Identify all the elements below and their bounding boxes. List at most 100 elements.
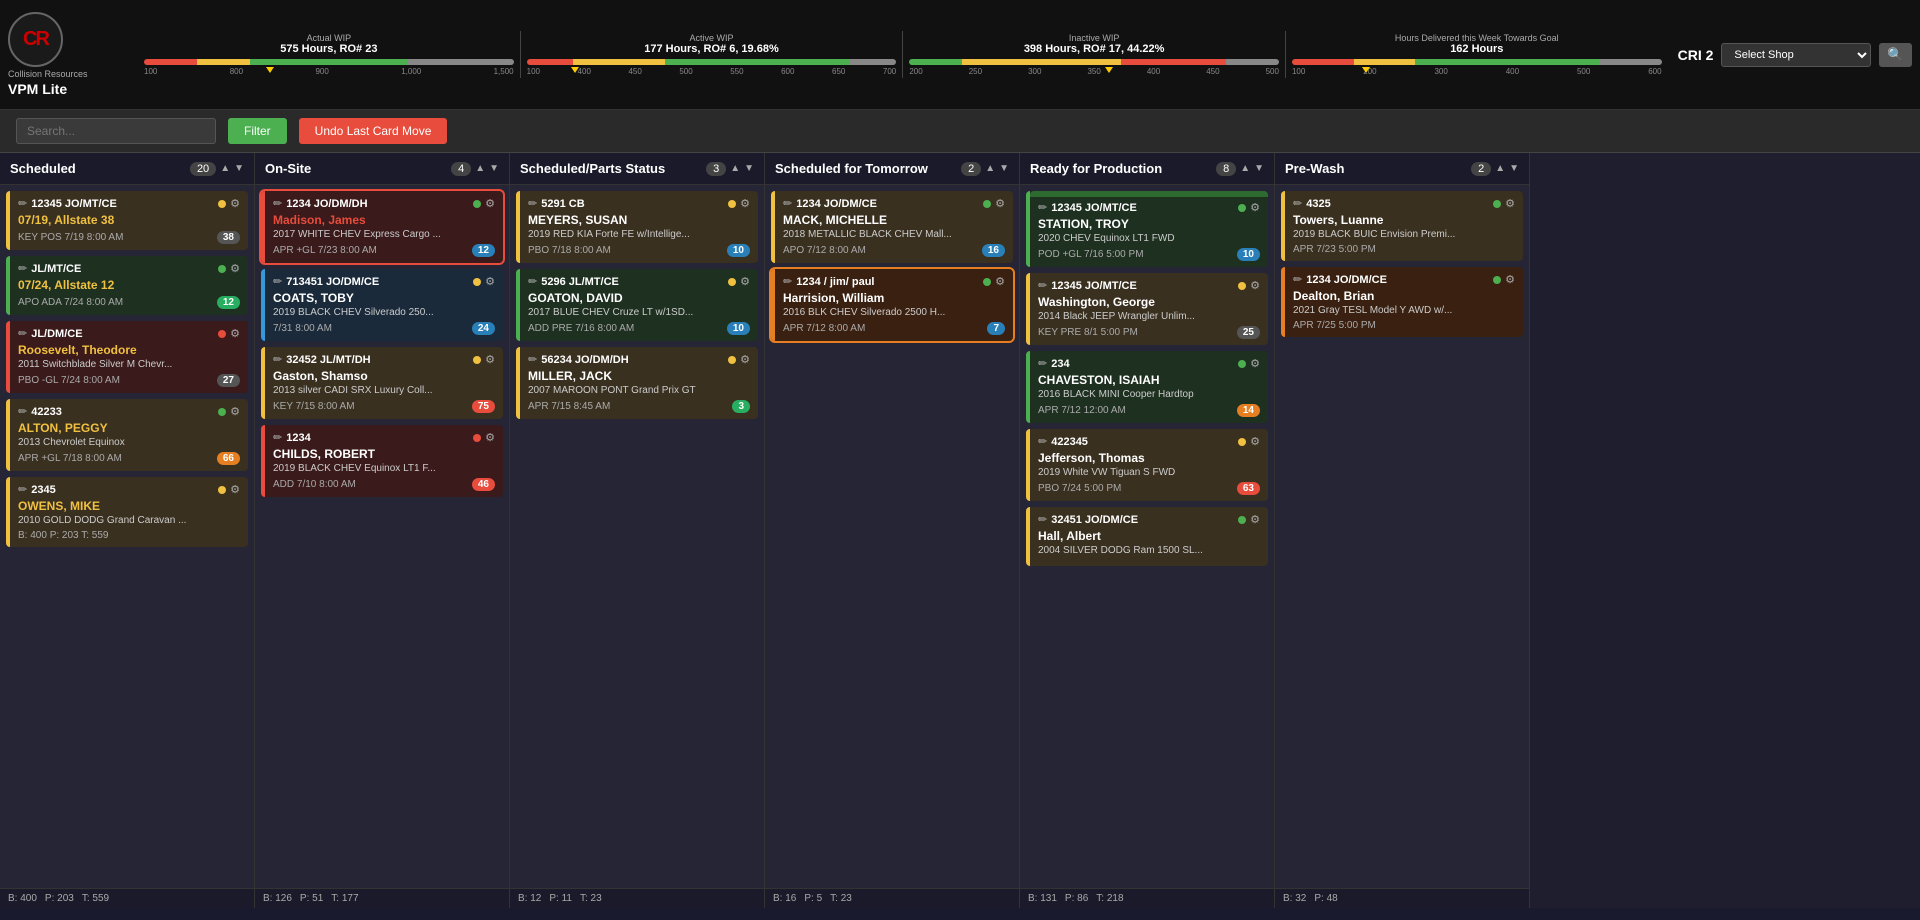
card-settings-btn[interactable]: ⚙ <box>230 327 240 340</box>
column-header-scheduled-parts: Scheduled/Parts Status 3 ▲ ▼ <box>510 153 764 185</box>
card-edit-btn[interactable]: ✏ <box>18 327 27 340</box>
list-item[interactable]: ✏ 56234 JO/DM/DH ⚙ MILLER, JACK 2007 MAR… <box>516 347 758 419</box>
header-search-button[interactable]: 🔍 <box>1879 43 1912 67</box>
card-vehicle: 2019 BLACK BUIC Envision Premi... <box>1293 229 1515 240</box>
list-item[interactable]: ✏ 2345 ⚙ OWENS, MIKE 2010 GOLD DODG Gran… <box>6 477 248 547</box>
list-item[interactable]: ✏ 4325 ⚙ Towers, Luanne 2019 BLACK BUIC … <box>1281 191 1523 261</box>
list-item[interactable]: ✏ 32451 JO/DM/CE ⚙ Hall, Albert 2004 SIL… <box>1026 507 1268 566</box>
column-scheduled-parts: Scheduled/Parts Status 3 ▲ ▼ ✏ 5291 CB ⚙… <box>510 153 765 908</box>
card-edit-btn[interactable]: ✏ <box>1038 201 1047 214</box>
card-edit-btn[interactable]: ✏ <box>273 197 282 210</box>
card-settings-btn[interactable]: ⚙ <box>1250 357 1260 370</box>
list-item[interactable]: ✏ JL/MT/CE ⚙ 07/24, Allstate 12 APO ADA … <box>6 256 248 315</box>
sort-asc-on-site[interactable]: ▲ <box>475 163 485 174</box>
sort-desc-pre-wash[interactable]: ▼ <box>1509 163 1519 174</box>
active-wip-arrow <box>571 67 579 73</box>
card-edit-btn[interactable]: ✏ <box>273 275 282 288</box>
card-edit-btn[interactable]: ✏ <box>1038 279 1047 292</box>
sort-asc-scheduled[interactable]: ▲ <box>220 163 230 174</box>
card-edit-btn[interactable]: ✏ <box>18 405 27 418</box>
list-item[interactable]: ✏ 42233 ⚙ ALTON, PEGGY 2013 Chevrolet Eq… <box>6 399 248 471</box>
list-item[interactable]: ✏ 713451 JO/DM/CE ⚙ COATS, TOBY 2019 BLA… <box>261 269 503 341</box>
card-settings-btn[interactable]: ⚙ <box>1505 197 1515 210</box>
card-settings-btn[interactable]: ⚙ <box>1250 435 1260 448</box>
sort-asc-scheduled-tomorrow[interactable]: ▲ <box>985 163 995 174</box>
sort-asc-scheduled-parts[interactable]: ▲ <box>730 163 740 174</box>
list-item[interactable]: ✏ 32452 JL/MT/DH ⚙ Gaston, Shamso 2013 s… <box>261 347 503 419</box>
card-edit-btn[interactable]: ✏ <box>18 197 27 210</box>
card-settings-btn[interactable]: ⚙ <box>1250 513 1260 526</box>
card-settings-btn[interactable]: ⚙ <box>995 275 1005 288</box>
card-edit-btn[interactable]: ✏ <box>528 275 537 288</box>
card-edit-btn[interactable]: ✏ <box>273 353 282 366</box>
sort-asc-ready-production[interactable]: ▲ <box>1240 163 1250 174</box>
card-settings-btn[interactable]: ⚙ <box>485 197 495 210</box>
card-settings-btn[interactable]: ⚙ <box>1250 201 1260 214</box>
card-header: ✏ 12345 JO/MT/CE ⚙ <box>18 197 240 210</box>
card-settings-btn[interactable]: ⚙ <box>230 197 240 210</box>
card-settings-btn[interactable]: ⚙ <box>740 197 750 210</box>
active-wip-labels: 100400450500550600650700 <box>527 67 897 76</box>
card-header: ✏ 713451 JO/DM/CE ⚙ <box>273 275 495 288</box>
card-badge: 7 <box>987 322 1005 335</box>
card-settings-btn[interactable]: ⚙ <box>1250 279 1260 292</box>
sort-desc-ready-production[interactable]: ▼ <box>1254 163 1264 174</box>
card-edit-btn[interactable]: ✏ <box>1038 513 1047 526</box>
shop-select[interactable]: Select Shop <box>1721 43 1871 67</box>
card-date: ADD 7/10 8:00 AM <box>273 479 356 490</box>
undo-button[interactable]: Undo Last Card Move <box>299 118 448 144</box>
sort-desc-on-site[interactable]: ▼ <box>489 163 499 174</box>
card-edit-btn[interactable]: ✏ <box>528 353 537 366</box>
filter-button[interactable]: Filter <box>228 118 287 144</box>
card-edit-btn[interactable]: ✏ <box>783 275 792 288</box>
actual-wip-section: Actual WIP 575 Hours, RO# 23 1008009001,… <box>138 31 521 78</box>
card-edit-btn[interactable]: ✏ <box>1293 197 1302 210</box>
list-item[interactable]: ✏ 1234 / jim/ paul ⚙ Harrision, William … <box>771 269 1013 341</box>
card-header: ✏ 32451 JO/DM/CE ⚙ <box>1038 513 1260 526</box>
list-item[interactable]: ✏ 12345 JO/MT/CE ⚙ 07/19, Allstate 38 KE… <box>6 191 248 250</box>
list-item[interactable]: ✏ 234 ⚙ CHAVESTON, ISAIAH 2016 BLACK MIN… <box>1026 351 1268 423</box>
card-vehicle: 2019 BLACK CHEV Silverado 250... <box>273 307 495 318</box>
list-item[interactable]: ✏ 1234 ⚙ CHILDS, ROBERT 2019 BLACK CHEV … <box>261 425 503 497</box>
sort-desc-scheduled[interactable]: ▼ <box>234 163 244 174</box>
card-settings-btn[interactable]: ⚙ <box>1505 273 1515 286</box>
list-item[interactable]: ✏ 1234 JO/DM/CE ⚙ MACK, MICHELLE 2018 ME… <box>771 191 1013 263</box>
card-settings-btn[interactable]: ⚙ <box>740 275 750 288</box>
list-item[interactable]: ✏ JL/DM/CE ⚙ Roosevelt, Theodore 2011 Sw… <box>6 321 248 393</box>
list-item[interactable]: ✏ 5296 JL/MT/CE ⚙ GOATON, DAVID 2017 BLU… <box>516 269 758 341</box>
card-id: 2345 <box>31 484 55 496</box>
search-input[interactable] <box>16 118 216 144</box>
list-item[interactable]: ✏ 5291 CB ⚙ MEYERS, SUSAN 2019 RED KIA F… <box>516 191 758 263</box>
card-settings-btn[interactable]: ⚙ <box>230 262 240 275</box>
cards-container-ready-production: ✏ 12345 JO/MT/CE ⚙ STATION, TROY 2020 CH… <box>1020 185 1274 888</box>
card-edit-btn[interactable]: ✏ <box>18 483 27 496</box>
list-item[interactable]: ✏ 12345 JO/MT/CE ⚙ STATION, TROY 2020 CH… <box>1026 191 1268 267</box>
card-id: 12345 JO/MT/CE <box>1051 280 1137 292</box>
list-item[interactable]: ✏ 12345 JO/MT/CE ⚙ Washington, George 20… <box>1026 273 1268 345</box>
card-settings-btn[interactable]: ⚙ <box>485 353 495 366</box>
list-item[interactable]: ✏ 1234 JO/DM/DH ⚙ Madison, James 2017 WH… <box>261 191 503 263</box>
column-pre-wash: Pre-Wash 2 ▲ ▼ ✏ 4325 ⚙ Towers, Luanne 2… <box>1275 153 1530 908</box>
card-edit-btn[interactable]: ✏ <box>1038 435 1047 448</box>
card-settings-btn[interactable]: ⚙ <box>230 405 240 418</box>
sort-desc-scheduled-tomorrow[interactable]: ▼ <box>999 163 1009 174</box>
card-edit-btn[interactable]: ✏ <box>273 431 282 444</box>
card-settings-btn[interactable]: ⚙ <box>740 353 750 366</box>
card-header: ✏ JL/MT/CE ⚙ <box>18 262 240 275</box>
card-header: ✏ 1234 ⚙ <box>273 431 495 444</box>
card-settings-btn[interactable]: ⚙ <box>485 275 495 288</box>
card-settings-btn[interactable]: ⚙ <box>995 197 1005 210</box>
sort-desc-scheduled-parts[interactable]: ▼ <box>744 163 754 174</box>
card-edit-btn[interactable]: ✏ <box>1038 357 1047 370</box>
list-item[interactable]: ✏ 422345 ⚙ Jefferson, Thomas 2019 White … <box>1026 429 1268 501</box>
card-edit-btn[interactable]: ✏ <box>783 197 792 210</box>
card-edit-btn[interactable]: ✏ <box>18 262 27 275</box>
sort-asc-pre-wash[interactable]: ▲ <box>1495 163 1505 174</box>
card-edit-btn[interactable]: ✏ <box>528 197 537 210</box>
card-edit-btn[interactable]: ✏ <box>1293 273 1302 286</box>
actual-wip-bar-wrapper <box>144 59 514 65</box>
inactive-wip-bar-wrapper <box>909 59 1279 65</box>
card-settings-btn[interactable]: ⚙ <box>230 483 240 496</box>
list-item[interactable]: ✏ 1234 JO/DM/CE ⚙ Dealton, Brian 2021 Gr… <box>1281 267 1523 337</box>
card-settings-btn[interactable]: ⚙ <box>485 431 495 444</box>
